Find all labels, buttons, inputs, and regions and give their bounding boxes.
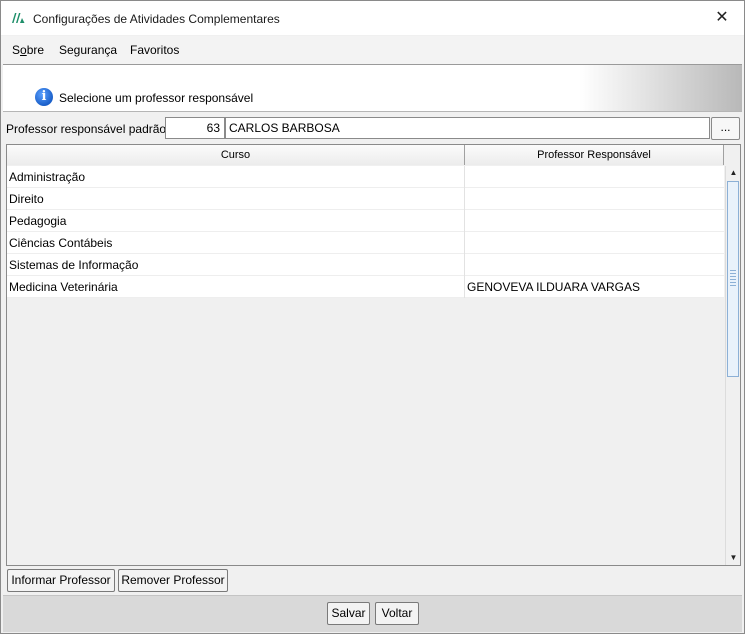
cell-professor xyxy=(465,166,724,188)
info-icon: i xyxy=(35,88,53,106)
professor-lookup-button[interactable]: ... xyxy=(711,117,740,140)
informar-professor-button[interactable]: Informar Professor xyxy=(7,569,115,592)
menu-favoritos[interactable]: Favoritos xyxy=(130,43,179,57)
cell-professor xyxy=(465,232,724,254)
cell-curso: Administração xyxy=(7,166,465,188)
table-row[interactable]: Ciências Contábeis xyxy=(7,232,724,254)
window-title: Configurações de Atividades Complementar… xyxy=(33,12,280,26)
close-button[interactable]: ✕ xyxy=(704,5,740,31)
column-header-curso[interactable]: Curso xyxy=(7,145,465,165)
vertical-scrollbar[interactable]: ▲ ▼ xyxy=(725,166,740,565)
menu-seguranca[interactable]: Segurança xyxy=(59,43,117,57)
cell-professor: GENOVEVA ILDUARA VARGAS xyxy=(467,280,640,294)
header-message: Selecione um professor responsável xyxy=(59,91,254,105)
app-window: Configurações de Atividades Complementar… xyxy=(0,0,745,634)
menu-bar: Sobre Segurança Favoritos xyxy=(1,36,744,64)
app-logo-icon xyxy=(12,13,25,23)
cell-professor xyxy=(465,210,724,232)
column-header-professor[interactable]: Professor Responsável xyxy=(465,145,724,165)
grid-header: Curso Professor Responsável xyxy=(7,145,724,165)
cell-curso: Sistemas de Informação xyxy=(7,254,465,276)
cell-curso: Direito xyxy=(7,188,465,210)
cell-professor xyxy=(465,254,724,276)
cell-curso: Ciências Contábeis xyxy=(7,232,465,254)
bottom-bar: Salvar Voltar xyxy=(3,595,742,632)
menu-sobre[interactable]: Sobre xyxy=(12,43,44,57)
courses-grid: Curso Professor Responsável Administraçã… xyxy=(6,144,741,566)
table-row[interactable]: Pedagogia xyxy=(7,210,724,232)
scroll-down-icon[interactable]: ▼ xyxy=(726,551,741,565)
scroll-thumb[interactable] xyxy=(727,181,739,377)
cell-professor xyxy=(465,188,724,210)
table-row[interactable]: Administração xyxy=(7,166,724,188)
table-row[interactable]: Medicina Veterinária GENOVEVA ILDUARA VA… xyxy=(7,276,724,298)
scroll-up-icon[interactable]: ▲ xyxy=(726,166,741,180)
salvar-button[interactable]: Salvar xyxy=(327,602,370,625)
close-icon: ✕ xyxy=(715,9,729,26)
default-professor-label: Professor responsável padrão: xyxy=(6,122,170,136)
table-row[interactable]: Direito xyxy=(7,188,724,210)
grip-icon xyxy=(730,270,736,288)
table-row[interactable]: Sistemas de Informação xyxy=(7,254,724,276)
remover-professor-button[interactable]: Remover Professor xyxy=(118,569,228,592)
header-panel: i Selecione um professor responsável xyxy=(3,64,742,112)
title-bar: Configurações de Atividades Complementar… xyxy=(1,1,744,35)
professor-name-field[interactable]: CARLOS BARBOSA xyxy=(225,117,710,139)
cell-curso: Medicina Veterinária xyxy=(7,276,465,298)
cell-curso: Pedagogia xyxy=(7,210,465,232)
grid-body: Administração Direito Pedagogia Ciências… xyxy=(7,166,724,298)
voltar-button[interactable]: Voltar xyxy=(375,602,419,625)
professor-code-field[interactable]: 63 xyxy=(165,117,225,139)
